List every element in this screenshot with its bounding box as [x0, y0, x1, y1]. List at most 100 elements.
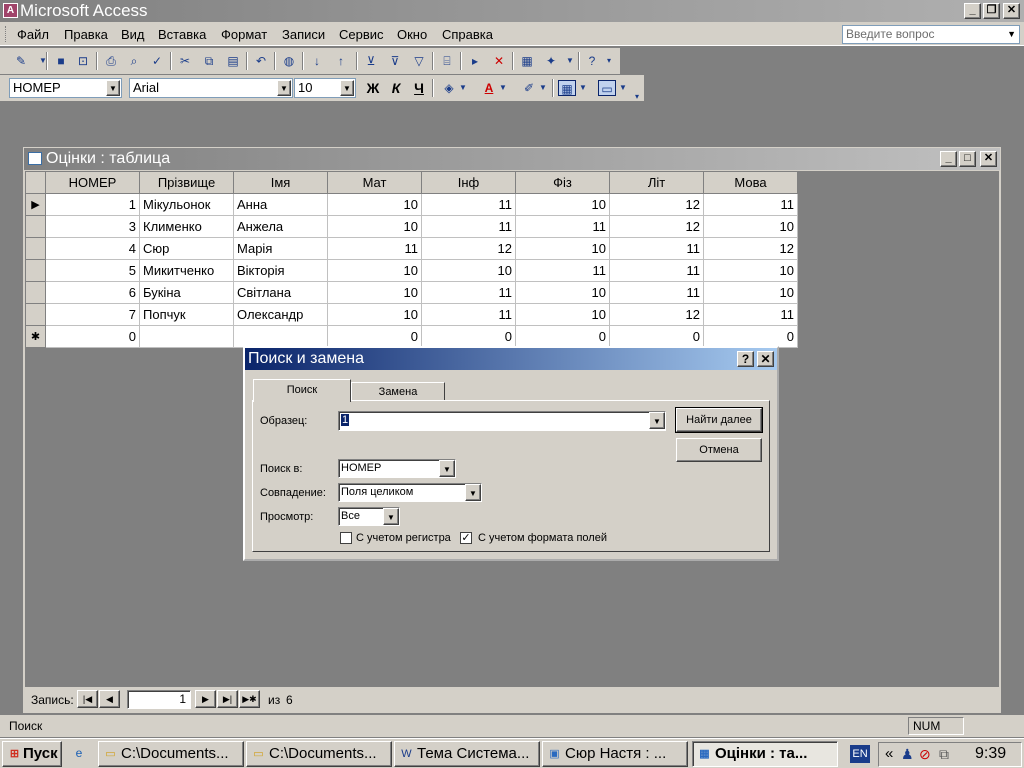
table-cell[interactable]: Вікторія: [233, 259, 328, 282]
table-cell[interactable]: [233, 325, 328, 348]
special-effect-dropdown-icon[interactable]: ▼: [618, 80, 628, 96]
table-cell[interactable]: Олександр: [233, 303, 328, 326]
table-cell[interactable]: Марія: [233, 237, 328, 260]
delete-record-icon[interactable]: ✕: [490, 53, 508, 69]
table-row[interactable]: ▶ 1 Мікульонок Анна 10 11 10 12 11: [25, 193, 798, 216]
menu-view[interactable]: Вид: [121, 27, 145, 42]
table-cell[interactable]: Букіна: [139, 281, 234, 304]
table-cell[interactable]: 11: [703, 193, 798, 216]
dialog-title-bar[interactable]: Поиск и замена ? ✕: [245, 348, 777, 370]
table-cell[interactable]: 0: [421, 325, 516, 348]
paste-icon[interactable]: ▤: [224, 53, 242, 69]
taskbar-item[interactable]: ▭ C:\Documents...: [246, 741, 392, 767]
new-record-icon[interactable]: ▸: [466, 53, 484, 69]
gridlines-dropdown-icon[interactable]: ▼: [578, 80, 588, 96]
close-app-button[interactable]: ✕: [1003, 3, 1020, 19]
help-icon[interactable]: ?: [583, 53, 601, 69]
view-dropdown-icon[interactable]: ▼: [34, 53, 52, 69]
select-all-corner[interactable]: [25, 171, 46, 194]
tray-expand-icon[interactable]: «: [885, 745, 893, 762]
menu-format[interactable]: Формат: [221, 27, 267, 42]
column-header[interactable]: Фіз: [515, 171, 610, 194]
line-color-dropdown-icon[interactable]: ▼: [538, 80, 548, 96]
tray-network-icon[interactable]: ⧉: [939, 746, 949, 763]
menu-file[interactable]: Файл: [17, 27, 49, 42]
table-row[interactable]: 6 Букіна Світлана 10 11 10 11 10: [25, 281, 798, 304]
table-cell[interactable]: Світлана: [233, 281, 328, 304]
chevron-down-icon[interactable]: ▼: [106, 80, 120, 96]
table-cell[interactable]: 10: [421, 259, 516, 282]
undo-icon[interactable]: ↶: [252, 53, 270, 69]
table-cell[interactable]: 0: [327, 325, 422, 348]
table-cell[interactable]: 10: [327, 193, 422, 216]
table-cell[interactable]: 6: [45, 281, 140, 304]
next-record-button[interactable]: ▶: [195, 690, 216, 708]
filter-by-form-icon[interactable]: ⊽: [386, 53, 404, 69]
new-object-icon[interactable]: ✦: [542, 53, 560, 69]
table-cell[interactable]: Попчук: [139, 303, 234, 326]
spelling-icon[interactable]: ✓: [148, 53, 166, 69]
table-cell[interactable]: 12: [703, 237, 798, 260]
help-button[interactable]: ?: [737, 351, 754, 367]
find-next-button[interactable]: Найти далее: [675, 407, 763, 433]
print-icon[interactable]: ⎙: [102, 53, 120, 69]
chevron-down-icon[interactable]: ▼: [1007, 26, 1016, 43]
new-object-dropdown-icon[interactable]: ▼: [561, 53, 579, 69]
object-combo[interactable]: НОМЕР ▼: [9, 78, 122, 98]
find-what-input[interactable]: 1 ▼: [338, 411, 666, 431]
column-header[interactable]: Інф: [421, 171, 516, 194]
table-cell[interactable]: 10: [515, 281, 610, 304]
table-row[interactable]: 4 Сюр Марія 11 12 10 11 12: [25, 237, 798, 260]
table-cell[interactable]: 11: [421, 215, 516, 238]
apply-filter-icon[interactable]: ▽: [410, 53, 428, 69]
previous-record-button[interactable]: ◀: [99, 690, 120, 708]
table-cell[interactable]: Сюр: [139, 237, 234, 260]
search-format-checkbox[interactable]: ✓: [460, 532, 472, 544]
table-cell[interactable]: 10: [703, 215, 798, 238]
table-cell[interactable]: 0: [515, 325, 610, 348]
table-cell[interactable]: 0: [703, 325, 798, 348]
menu-insert[interactable]: Вставка: [158, 27, 206, 42]
hyperlink-icon[interactable]: ◍: [280, 53, 298, 69]
italic-button[interactable]: К: [387, 80, 405, 96]
table-minimize-button[interactable]: _: [940, 151, 957, 167]
minimize-button[interactable]: _: [964, 3, 981, 19]
column-header[interactable]: Прізвище: [139, 171, 234, 194]
table-row[interactable]: 3 Клименко Анжела 10 11 11 12 10: [25, 215, 798, 238]
chevron-down-icon[interactable]: ▼: [340, 80, 354, 96]
filter-by-selection-icon[interactable]: ⊻: [362, 53, 380, 69]
table-cell[interactable]: 12: [421, 237, 516, 260]
table-cell[interactable]: 0: [609, 325, 704, 348]
record-selector[interactable]: ✱: [25, 325, 46, 348]
table-cell[interactable]: [139, 325, 234, 348]
taskbar-item[interactable]: W Тема Система...: [394, 741, 540, 767]
column-header[interactable]: НОМЕР: [45, 171, 140, 194]
table-cell[interactable]: 11: [421, 303, 516, 326]
table-cell[interactable]: 7: [45, 303, 140, 326]
view-icon[interactable]: ✎: [12, 53, 30, 69]
table-cell[interactable]: 11: [327, 237, 422, 260]
new-record-button[interactable]: ▶✱: [239, 690, 260, 708]
table-cell[interactable]: 11: [421, 193, 516, 216]
taskbar-item[interactable]: ▣ Сюр Настя : ...: [542, 741, 688, 767]
taskbar-item[interactable]: ▭ C:\Documents...: [98, 741, 244, 767]
tab-replace[interactable]: Замена: [351, 382, 445, 400]
table-row[interactable]: 5 Микитченко Вікторія 10 10 11 11 10: [25, 259, 798, 282]
search-file-icon[interactable]: ⊡: [74, 53, 92, 69]
font-combo[interactable]: Arial ▼: [129, 78, 293, 98]
table-cell[interactable]: 10: [703, 259, 798, 282]
special-effect-icon[interactable]: ▭: [598, 80, 616, 96]
table-cell[interactable]: 12: [609, 215, 704, 238]
first-record-button[interactable]: |◀: [77, 690, 98, 708]
menu-help[interactable]: Справка: [442, 27, 493, 42]
chevron-down-icon[interactable]: ▼: [465, 484, 481, 501]
table-restore-button[interactable]: □: [959, 151, 976, 167]
tray-antivirus-icon[interactable]: ⊘: [919, 746, 931, 763]
match-select[interactable]: Поля целиком ▼: [338, 483, 482, 502]
menu-window[interactable]: Окно: [397, 27, 427, 42]
table-cell[interactable]: 11: [609, 237, 704, 260]
ask-question-box[interactable]: Введите вопрос ▼: [842, 25, 1020, 44]
chevron-down-icon[interactable]: ▼: [649, 412, 665, 429]
table-cell[interactable]: Анжела: [233, 215, 328, 238]
table-cell[interactable]: 4: [45, 237, 140, 260]
